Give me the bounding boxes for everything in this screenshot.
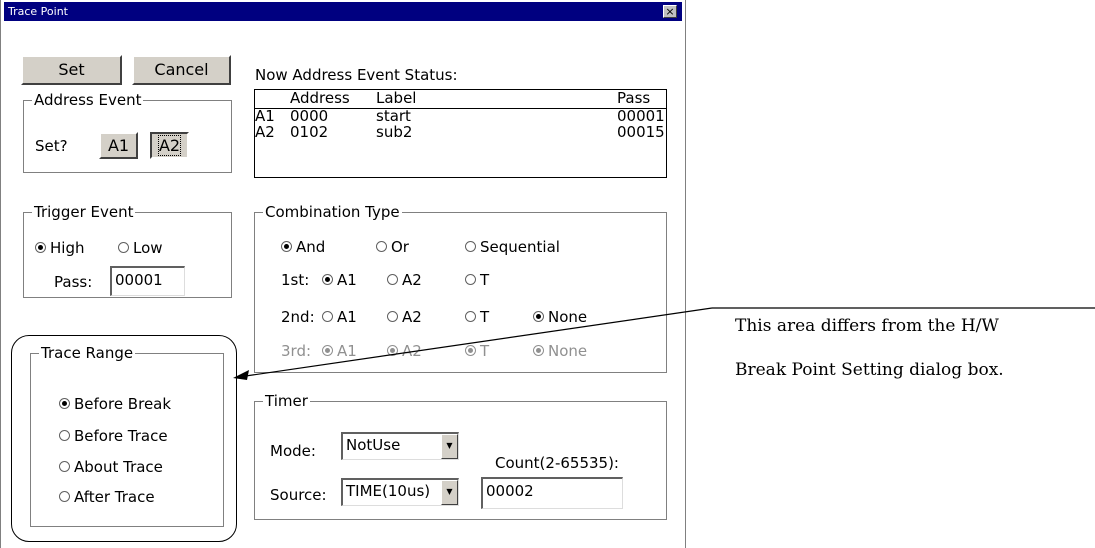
radio-unchecked-icon — [322, 311, 333, 322]
combination-and-label: And — [296, 238, 326, 256]
radio-checked-icon — [322, 274, 333, 285]
timer-title: Timer — [263, 391, 310, 411]
combination-type-group: Combination Type And Or Sequential 1st: … — [254, 202, 667, 373]
set-question-label: Set? — [35, 137, 68, 155]
third-t-label: T — [480, 342, 490, 360]
source-label: Source: — [270, 486, 327, 504]
a2-toggle-button[interactable]: A2 — [150, 132, 189, 159]
radio-unchecked-icon — [387, 311, 398, 322]
first-label: 1st: — [281, 271, 310, 289]
trigger-pass-input[interactable]: 00001 — [110, 266, 185, 296]
radio-unchecked-icon — [118, 242, 129, 253]
set-button[interactable]: Set — [21, 55, 122, 85]
second-a1-radio[interactable]: A1 — [322, 308, 357, 326]
second-none-radio[interactable]: None — [533, 308, 587, 326]
second-a2-label: A2 — [402, 308, 422, 326]
second-a1-label: A1 — [337, 308, 357, 326]
a1-toggle-label: A1 — [107, 136, 130, 155]
count-label: Count(2-65535): — [495, 454, 619, 472]
chevron-down-icon[interactable]: ▼ — [441, 480, 458, 505]
row-pass: 00001 — [617, 107, 665, 125]
header-label: Label — [376, 89, 417, 107]
radio-disabled-icon — [387, 345, 398, 356]
radio-checked-icon — [533, 311, 544, 322]
annotation-line-2: Break Point Setting dialog box. — [735, 360, 1004, 380]
radio-unchecked-icon — [376, 241, 387, 252]
row-name: A2 — [255, 123, 275, 141]
mode-label: Mode: — [270, 442, 316, 460]
trigger-high-radio[interactable]: High — [35, 239, 84, 257]
close-icon[interactable]: × — [663, 5, 677, 18]
second-t-radio[interactable]: T — [465, 308, 489, 326]
timer-group: Timer Mode: NotUse ▼ Source: TIME(10us) … — [254, 391, 667, 520]
a2-toggle-label: A2 — [157, 135, 182, 156]
second-a2-radio[interactable]: A2 — [387, 308, 422, 326]
address-status-list[interactable]: Address Label Pass A1 0000 start 00001 A… — [254, 89, 667, 178]
trigger-pass-label: Pass: — [54, 273, 93, 291]
radio-unchecked-icon — [465, 241, 476, 252]
first-a2-label: A2 — [402, 271, 422, 289]
row-address: 0102 — [290, 123, 329, 141]
row-pass: 00015 — [617, 123, 665, 141]
radio-disabled-icon — [322, 345, 333, 356]
title-bar: Trace Point × — [4, 2, 682, 21]
third-label: 3rd: — [281, 342, 312, 360]
trigger-high-label: High — [50, 239, 85, 257]
third-t-radio: T — [465, 342, 489, 360]
address-event-title: Address Event — [32, 90, 144, 110]
combination-and-radio[interactable]: And — [281, 238, 325, 256]
trigger-event-group: Trigger Event High Low Pass: 00001 — [23, 202, 232, 298]
second-label: 2nd: — [281, 308, 315, 326]
combination-type-title: Combination Type — [263, 202, 402, 222]
status-title: Now Address Event Status: — [255, 66, 458, 84]
a1-toggle-button[interactable]: A1 — [99, 132, 138, 159]
mode-select[interactable]: NotUse ▼ — [341, 432, 459, 460]
combination-or-label: Or — [391, 238, 409, 256]
row-name: A1 — [255, 107, 275, 125]
third-a2-radio: A2 — [387, 342, 422, 360]
trigger-event-title: Trigger Event — [32, 202, 136, 222]
source-select[interactable]: TIME(10us) ▼ — [341, 478, 459, 506]
third-none-radio: None — [533, 342, 587, 360]
radio-unchecked-icon — [465, 311, 476, 322]
row-address: 0000 — [290, 107, 329, 125]
first-t-radio[interactable]: T — [465, 271, 489, 289]
radio-disabled-icon — [533, 345, 544, 356]
radio-checked-icon — [35, 242, 46, 253]
radio-unchecked-icon — [387, 274, 398, 285]
first-a1-label: A1 — [337, 271, 357, 289]
source-value: TIME(10us) — [346, 482, 431, 500]
radio-checked-icon — [281, 241, 292, 252]
row-label: sub2 — [376, 123, 413, 141]
combination-or-radio[interactable]: Or — [376, 238, 409, 256]
third-none-label: None — [548, 342, 588, 360]
address-event-group: Address Event Set? A1 A2 — [23, 90, 232, 173]
count-input[interactable]: 00002 — [481, 477, 623, 509]
annotation-line-1: This area differs from the H/W — [735, 316, 999, 336]
radio-disabled-icon — [465, 345, 476, 356]
chevron-down-icon[interactable]: ▼ — [441, 434, 458, 459]
trace-range-highlight — [11, 335, 237, 542]
row-label: start — [376, 107, 411, 125]
trigger-low-radio[interactable]: Low — [118, 239, 163, 257]
first-t-label: T — [480, 271, 490, 289]
radio-unchecked-icon — [465, 274, 476, 285]
header-address: Address — [290, 89, 350, 107]
second-none-label: None — [548, 308, 588, 326]
third-a1-label: A1 — [337, 342, 357, 360]
trigger-low-label: Low — [133, 239, 163, 257]
header-pass: Pass — [617, 89, 651, 107]
first-a2-radio[interactable]: A2 — [387, 271, 422, 289]
combination-sequential-label: Sequential — [480, 238, 560, 256]
window-title: Trace Point — [8, 5, 68, 18]
first-a1-radio[interactable]: A1 — [322, 271, 357, 289]
third-a1-radio: A1 — [322, 342, 357, 360]
second-t-label: T — [480, 308, 490, 326]
mode-value: NotUse — [346, 436, 401, 454]
cancel-button[interactable]: Cancel — [132, 55, 231, 85]
combination-sequential-radio[interactable]: Sequential — [465, 238, 560, 256]
third-a2-label: A2 — [402, 342, 422, 360]
